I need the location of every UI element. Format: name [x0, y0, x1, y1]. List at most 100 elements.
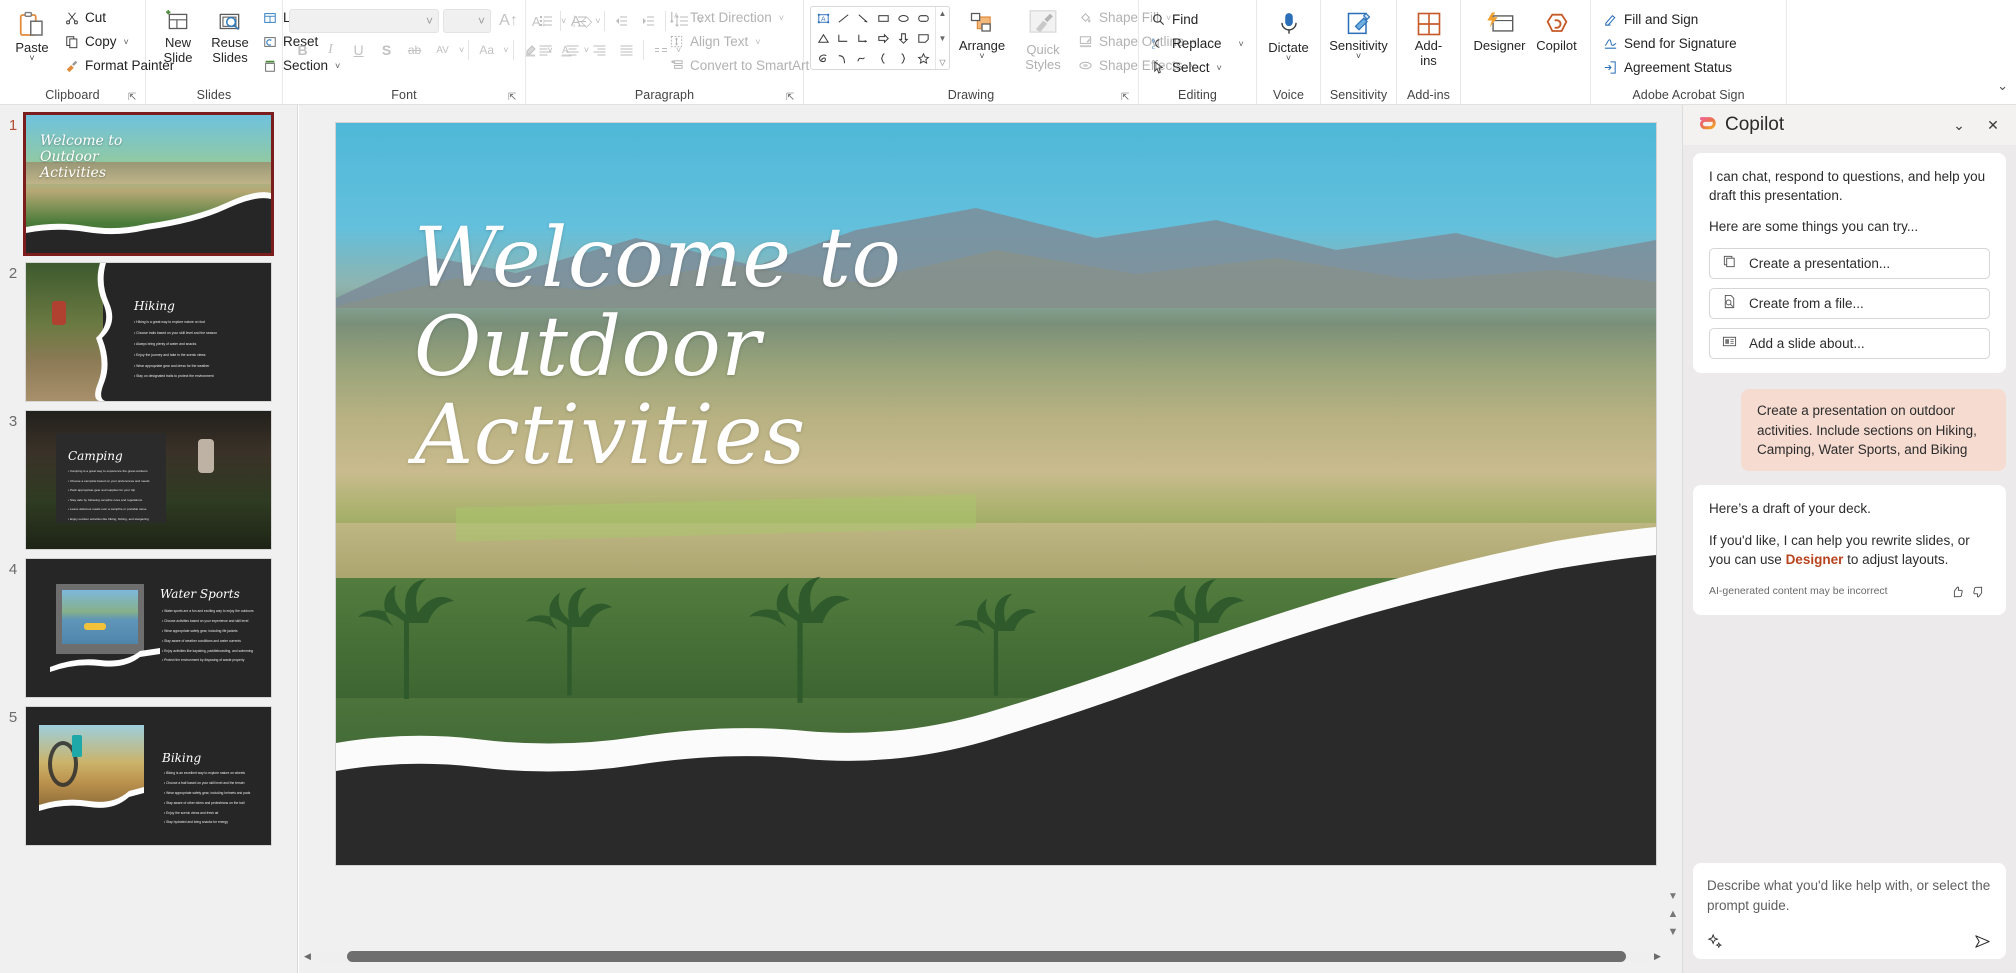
slide-thumbnail-panel[interactable]: 1 Welcome to Outdoor Activities 2 Hiking… — [0, 105, 298, 973]
send-for-signature-button[interactable]: Send for Signature — [1597, 32, 1742, 55]
suggestion-create-from-file[interactable]: Create from a file... — [1709, 288, 1990, 320]
scrollbar-thumb[interactable] — [347, 951, 1626, 962]
find-button[interactable]: Find — [1145, 8, 1249, 31]
copilot-panel[interactable]: Copilot ⌄ ✕ I can chat, respond to quest… — [1682, 105, 2016, 973]
thumbnail-canvas[interactable]: Biking • Biking is an excellent way to e… — [26, 707, 271, 845]
copilot-conversation[interactable]: I can chat, respond to questions, and he… — [1683, 145, 2016, 855]
shape-triangle[interactable] — [813, 28, 833, 48]
minimize-button[interactable]: ⌄ — [1946, 112, 1972, 138]
shape-oval[interactable] — [893, 8, 913, 28]
change-case-button[interactable]: Aa — [473, 38, 500, 63]
arrange-button[interactable]: Arrange ˅ — [950, 4, 1014, 61]
chevron-down-icon[interactable]: ˅ — [755, 37, 760, 47]
shape-line[interactable] — [833, 8, 853, 28]
character-spacing-button[interactable]: AV — [429, 38, 456, 63]
chevron-down-icon[interactable]: ˅ — [29, 54, 34, 63]
chevron-down-icon[interactable]: ˅ — [1356, 52, 1361, 61]
paragraph-dialog-launcher[interactable]: ⇱ — [786, 92, 797, 103]
chevron-down-icon[interactable]: ▼ — [939, 34, 947, 43]
horizontal-scrollbar[interactable]: ◀ ▶ — [299, 949, 1666, 964]
agreement-status-button[interactable]: Agreement Status — [1597, 56, 1742, 79]
close-button[interactable]: ✕ — [1980, 112, 2006, 138]
thumbnail-slide-2[interactable]: 2 Hiking • Hiking is a great way to expl… — [0, 263, 297, 401]
slide-editing-stage[interactable]: Welcome to Outdoor Activities ▼ ▲ ▼ ◀ ▶ — [299, 105, 1682, 973]
justify-button[interactable] — [613, 38, 640, 63]
strikethrough-button[interactable]: ab — [401, 38, 428, 63]
replace-button[interactable]: bc Replace ˅ — [1145, 32, 1249, 55]
chevron-down-icon[interactable]: ˅ — [478, 14, 485, 28]
shape-elbow-connector[interactable] — [833, 28, 853, 48]
chevron-down-icon[interactable]: ˅ — [426, 14, 433, 28]
add-ins-button[interactable]: Add-ins — [1403, 4, 1455, 68]
suggestion-add-slide-about[interactable]: Add a slide about... — [1709, 328, 1990, 360]
shapes-gallery-scrollbar[interactable]: ▲ ▼ ▽ — [935, 7, 949, 69]
previous-slide-icon[interactable]: ▲ — [1668, 908, 1679, 920]
chevron-down-icon[interactable]: ˅ — [979, 52, 984, 61]
new-slide-button[interactable]: New Slide — [152, 4, 204, 65]
shape-rectangle[interactable] — [873, 8, 893, 28]
convert-to-smartart-button[interactable]: Convert to SmartArt ˅ — [663, 54, 827, 77]
copilot-compose-area[interactable]: Describe what you'd like help with, or s… — [1683, 855, 2016, 973]
thumbnail-canvas[interactable]: Water Sports • Water sports are a fun an… — [26, 559, 271, 697]
shape-arc[interactable] — [853, 48, 873, 68]
shape-left-brace[interactable] — [873, 48, 893, 68]
align-center-button[interactable] — [559, 38, 586, 63]
thumbnail-slide-5[interactable]: 5 Biking • Biking is an excellent way to… — [0, 707, 297, 845]
text-direction-button[interactable]: A Text Direction ˅ — [663, 6, 827, 29]
drawing-dialog-launcher[interactable]: ⇱ — [1121, 92, 1132, 103]
numbering-button[interactable]: 123 — [566, 9, 593, 34]
thumbnail-slide-3[interactable]: 3 Camping • Camping is a great way to ex… — [0, 411, 297, 549]
next-slide-icon[interactable]: ▼ — [1668, 926, 1679, 938]
select-button[interactable]: Select ˅ — [1145, 56, 1249, 79]
increase-font-size-button[interactable]: A↑ — [495, 9, 522, 34]
gallery-more-icon[interactable]: ▽ — [939, 58, 945, 67]
scroll-up-icon[interactable]: ▲ — [939, 9, 947, 18]
bullets-button[interactable] — [532, 9, 559, 34]
slide-navigation-controls[interactable]: ▼ ▲ ▼ — [1666, 891, 1680, 938]
shape-star[interactable] — [913, 48, 933, 68]
text-shadow-button[interactable]: S — [373, 38, 400, 63]
italic-button[interactable]: I — [317, 38, 344, 63]
shape-scribble[interactable] — [813, 48, 833, 68]
shape-down-arrow[interactable] — [893, 28, 913, 48]
slide-title[interactable]: Welcome to Outdoor Activities — [414, 214, 901, 481]
designer-button[interactable]: Designer — [1468, 4, 1530, 53]
thumbnail-slide-4[interactable]: 4 Water Sports • Water sports are a fun … — [0, 559, 297, 697]
font-size-combo[interactable]: ˅ — [443, 9, 491, 33]
chevron-down-icon[interactable]: ˅ — [124, 37, 129, 47]
align-left-button[interactable] — [532, 38, 559, 63]
paste-button[interactable]: Paste ˅ — [6, 4, 58, 63]
underline-button[interactable]: U — [345, 38, 372, 63]
thumbs-down-icon[interactable] — [1968, 583, 1990, 601]
prompt-guide-button[interactable] — [1707, 933, 1724, 950]
align-text-button[interactable]: Align Text ˅ — [663, 30, 827, 53]
collapse-ribbon-button[interactable]: ⌄ — [1997, 78, 2008, 94]
scroll-left-icon[interactable]: ◀ — [301, 951, 314, 962]
chevron-down-icon[interactable]: ˅ — [1217, 63, 1222, 73]
quick-styles-button[interactable]: Quick Styles — [1014, 4, 1072, 72]
shape-elbow-arrow-connector[interactable] — [853, 28, 873, 48]
font-name-combo[interactable]: ˅ — [289, 9, 439, 33]
dictate-button[interactable]: Dictate ˅ — [1263, 4, 1315, 63]
thumbnail-slide-1[interactable]: 1 Welcome to Outdoor Activities — [0, 115, 297, 253]
shape-rounded-rectangle[interactable] — [913, 8, 933, 28]
fill-and-sign-button[interactable]: Fill and Sign — [1597, 8, 1742, 31]
copilot-input-box[interactable]: Describe what you'd like help with, or s… — [1693, 863, 2006, 959]
chevron-down-icon[interactable]: ˅ — [1286, 54, 1291, 63]
shapes-gallery[interactable]: A ▲ ▼ ▽ — [810, 6, 950, 70]
shape-arrow[interactable] — [853, 8, 873, 28]
scroll-down-icon[interactable]: ▼ — [1668, 891, 1678, 902]
scroll-right-icon[interactable]: ▶ — [1651, 951, 1664, 962]
thumbs-up-icon[interactable] — [1946, 583, 1968, 601]
reuse-slides-button[interactable]: Reuse Slides — [204, 4, 256, 65]
current-slide[interactable]: Welcome to Outdoor Activities — [336, 123, 1656, 865]
thumbnail-canvas[interactable]: Welcome to Outdoor Activities — [26, 115, 271, 253]
copilot-button[interactable]: Copilot — [1531, 4, 1583, 53]
chevron-down-icon[interactable]: ˅ — [779, 13, 784, 23]
thumbnail-canvas[interactable]: Camping • Camping is a great way to expe… — [26, 411, 271, 549]
shape-folded-corner[interactable] — [913, 28, 933, 48]
chevron-down-icon[interactable]: ˅ — [503, 45, 508, 55]
shape-right-arrow[interactable] — [873, 28, 893, 48]
chevron-down-icon[interactable]: ˅ — [1239, 39, 1244, 49]
designer-link[interactable]: Designer — [1786, 552, 1844, 567]
